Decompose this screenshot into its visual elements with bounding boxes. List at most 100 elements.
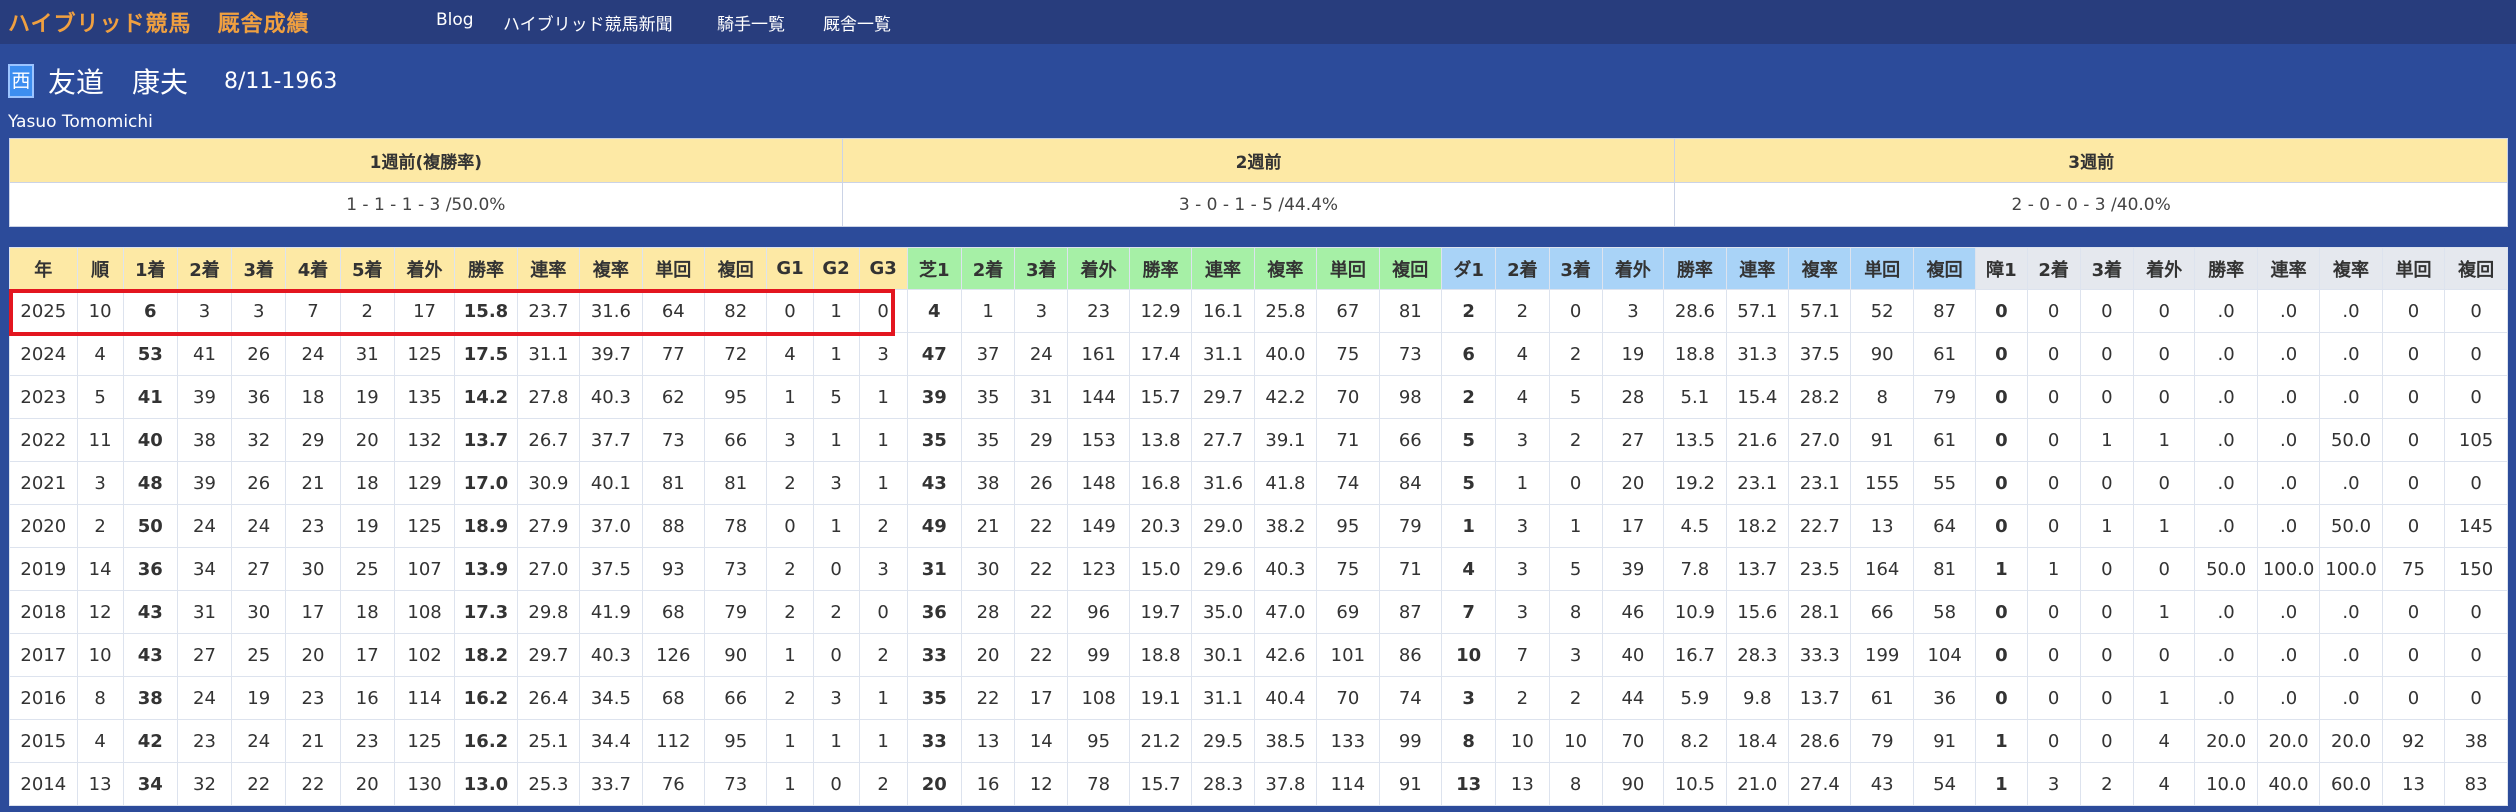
nav-link-blog[interactable]: Blog	[436, 10, 474, 30]
stats-cell: 130	[393, 762, 456, 806]
stats-cell: 0	[2132, 547, 2196, 591]
stats-column-header[interactable]: 5着	[339, 247, 395, 290]
stats-cell: 0	[2381, 289, 2446, 333]
stats-column-header[interactable]: 順	[76, 247, 124, 290]
stats-column-header[interactable]: 年	[9, 247, 78, 290]
stats-column-header[interactable]: 複回	[704, 247, 768, 290]
stats-cell: 37	[960, 332, 1016, 376]
stats-column-header[interactable]: 単回	[641, 247, 706, 290]
stats-cell: 0	[858, 289, 908, 333]
stats-column-header[interactable]: 複率	[579, 247, 643, 290]
stats-column-header[interactable]: 複率	[1788, 247, 1852, 290]
stats-year-cell: 2021	[9, 461, 78, 505]
stats-cell: 34	[122, 762, 178, 806]
stats-cell: 43	[122, 590, 178, 634]
stats-column-header[interactable]: 着外	[393, 247, 456, 290]
stats-column-header[interactable]: 3着	[1548, 247, 1603, 290]
stats-cell: 21.2	[1128, 719, 1193, 763]
stats-column-header[interactable]: 3着	[2079, 247, 2135, 290]
stats-cell: 8	[1548, 762, 1603, 806]
stats-column-header[interactable]: 障1	[1975, 247, 2028, 290]
stats-column-header[interactable]: 連率	[1725, 247, 1790, 290]
stats-column-header[interactable]: 複率	[2319, 247, 2383, 290]
stats-cell: 19	[339, 375, 395, 419]
stats-column-header[interactable]: 着外	[1601, 247, 1665, 290]
stats-column-header[interactable]: 単回	[1316, 247, 1380, 290]
stats-cell: 23	[339, 719, 395, 763]
stats-cell: 47	[906, 332, 962, 376]
stats-cell: 10.0	[2194, 762, 2258, 806]
stats-cell: 47.0	[1253, 590, 1318, 634]
stats-cell: 0	[2079, 633, 2135, 677]
stats-column-header[interactable]: 芝1	[906, 247, 962, 290]
stats-column-header[interactable]: 複回	[1912, 247, 1977, 290]
stats-cell: 6	[122, 289, 178, 333]
stats-cell: 3	[231, 289, 287, 333]
stats-column-header[interactable]: 複回	[2444, 247, 2508, 290]
stats-cell: 13.0	[454, 762, 518, 806]
stats-cell: 1	[1975, 547, 2028, 591]
stats-column-header[interactable]: 単回	[2381, 247, 2446, 290]
stats-cell: 40	[1601, 633, 1665, 677]
stats-cell: 39	[176, 375, 233, 419]
stats-cell: .0	[2256, 375, 2321, 419]
stats-column-header[interactable]: 連率	[1191, 247, 1255, 290]
stats-column-header[interactable]: 2着	[1495, 247, 1550, 290]
stats-cell: .0	[2256, 633, 2321, 677]
nav-link-jockey-list[interactable]: 騎手一覧	[717, 10, 785, 35]
stats-column-header[interactable]: ダ1	[1441, 247, 1497, 290]
stats-column-header[interactable]: 複率	[1253, 247, 1318, 290]
stats-cell: 0	[2444, 676, 2508, 720]
stats-cell: 2	[1548, 676, 1603, 720]
stats-cell: 27	[231, 547, 287, 591]
stats-column-header[interactable]: 2着	[176, 247, 233, 290]
stats-column-header[interactable]: 連率	[516, 247, 581, 290]
stats-column-header[interactable]: 3着	[231, 247, 287, 290]
stats-column-header[interactable]: 2着	[2026, 247, 2081, 290]
stats-cell: 155	[1850, 461, 1914, 505]
stats-column-header[interactable]: 3着	[1014, 247, 1069, 290]
stats-cell: 34.5	[579, 676, 643, 720]
stats-cell: 0	[2381, 676, 2446, 720]
stats-column-header[interactable]: 勝率	[454, 247, 518, 290]
stats-column-header[interactable]: 連率	[2256, 247, 2321, 290]
stats-row: 2019 14 36 34 27 30 25 107 13.9 27.0 37.5 93 73 2 0 3 31…	[9, 547, 2508, 591]
site-brand-link[interactable]: ハイブリッド競馬 厩舎成績	[8, 6, 310, 38]
stats-cell: 0	[2079, 461, 2135, 505]
stats-cell: 1	[858, 418, 908, 462]
stats-cell: 16.1	[1191, 289, 1255, 333]
stats-cell: 91	[1912, 719, 1977, 763]
stats-cell: 135	[393, 375, 456, 419]
stats-cell: 24	[176, 676, 233, 720]
stats-cell: 19.2	[1663, 461, 1727, 505]
stats-cell: 90	[704, 633, 768, 677]
stats-column-header[interactable]: 2着	[960, 247, 1016, 290]
stats-column-header[interactable]: 1着	[122, 247, 178, 290]
stats-cell: 40.1	[579, 461, 643, 505]
stats-column-header[interactable]: 4着	[285, 247, 341, 290]
stats-column-header[interactable]: 勝率	[1663, 247, 1727, 290]
stats-cell: 20.0	[2256, 719, 2321, 763]
stats-column-header[interactable]: 着外	[1067, 247, 1130, 290]
stats-cell: 4	[2132, 719, 2196, 763]
stats-cell: 15.7	[1128, 375, 1193, 419]
weekly-header: 3週前	[1674, 138, 2508, 183]
stats-column-header[interactable]: G2	[812, 247, 860, 290]
stats-column-header[interactable]: G1	[766, 247, 814, 290]
nav-link-stable-list[interactable]: 厩舎一覧	[823, 10, 891, 35]
stats-cell: 81	[641, 461, 706, 505]
nav-link-newspaper[interactable]: ハイブリッド競馬新聞	[503, 10, 673, 35]
stats-year-cell: 2014	[9, 762, 78, 806]
stats-cell: .0	[2256, 418, 2321, 462]
stats-column-header[interactable]: 複回	[1378, 247, 1443, 290]
stats-cell: 18	[285, 375, 341, 419]
stats-column-header[interactable]: 単回	[1850, 247, 1914, 290]
stats-column-header[interactable]: 勝率	[1128, 247, 1193, 290]
stats-column-header[interactable]: 着外	[2132, 247, 2196, 290]
stats-column-header[interactable]: 勝率	[2194, 247, 2258, 290]
stats-column-header[interactable]: G3	[858, 247, 908, 290]
stats-cell: 17.0	[454, 461, 518, 505]
stats-cell: 35	[960, 375, 1016, 419]
stats-cell: 35	[906, 418, 962, 462]
stats-cell: 27	[1601, 418, 1665, 462]
